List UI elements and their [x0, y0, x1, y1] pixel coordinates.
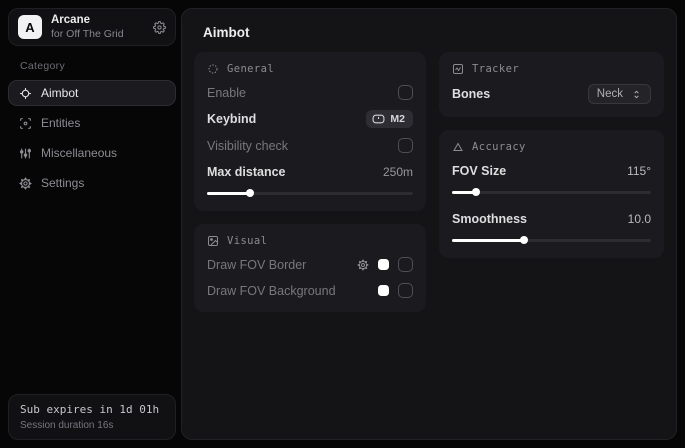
- sidebar-item-entities[interactable]: Entities: [8, 110, 176, 136]
- slider-track: [452, 239, 651, 242]
- accuracy-card-header: Accuracy: [452, 141, 651, 153]
- tracker-card: Tracker Bones Neck: [439, 52, 664, 117]
- fov-size-label: FOV Size: [452, 164, 506, 178]
- max-distance-slider[interactable]: [207, 188, 413, 198]
- visual-card-header: Visual: [207, 235, 413, 247]
- app-logo: A: [18, 15, 42, 39]
- fov-background-label: Draw FOV Background: [207, 284, 336, 298]
- accuracy-card: Accuracy FOV Size 115° Smoothness 10.0: [439, 130, 664, 258]
- visibility-check-label: Visibility check: [207, 139, 288, 153]
- sidebar-item-label: Aimbot: [41, 86, 78, 100]
- smoothness-value: 10.0: [628, 212, 651, 226]
- fov-size-value: 115°: [627, 164, 651, 178]
- sidebar-header: A Arcane for Off The Grid: [8, 8, 176, 46]
- general-card-header: General: [207, 63, 413, 75]
- sidebar-nav: Aimbot Entities: [8, 80, 176, 196]
- bones-select[interactable]: Neck: [588, 84, 651, 104]
- smoothness-row: Smoothness 10.0: [452, 210, 651, 227]
- sliders-icon: [19, 147, 32, 160]
- visual-card: Visual Draw FOV Border: [194, 224, 426, 312]
- left-column: General Enable Keybind: [194, 52, 426, 312]
- crosshair-icon: [19, 87, 32, 100]
- fov-border-checkbox[interactable]: [398, 257, 413, 272]
- fov-background-checkbox[interactable]: [398, 283, 413, 298]
- right-column: Tracker Bones Neck: [439, 52, 664, 258]
- header-gear-icon[interactable]: [153, 21, 166, 34]
- activity-icon: [452, 63, 464, 75]
- gear-icon: [19, 177, 32, 190]
- smoothness-slider[interactable]: [452, 235, 651, 245]
- fov-background-color-swatch[interactable]: [378, 285, 389, 296]
- keybind-value: M2: [390, 113, 405, 125]
- fov-border-controls: [357, 257, 413, 272]
- subscription-card: Sub expires in 1d 01h Session duration 1…: [8, 394, 176, 440]
- slider-fill: [207, 192, 250, 195]
- enable-row: Enable: [207, 84, 413, 101]
- accuracy-card-title: Accuracy: [472, 141, 526, 153]
- category-label: Category: [20, 60, 176, 72]
- sidebar-item-label: Settings: [41, 176, 84, 190]
- bones-value: Neck: [597, 88, 623, 100]
- fov-border-settings-gear-icon[interactable]: [357, 259, 369, 271]
- visual-card-title: Visual: [227, 235, 267, 247]
- tracker-card-header: Tracker: [452, 63, 651, 75]
- sidebar-item-miscellaneous[interactable]: Miscellaneous: [8, 140, 176, 166]
- sidebar-item-label: Entities: [41, 116, 80, 130]
- max-distance-label: Max distance: [207, 165, 286, 179]
- slider-fill: [452, 239, 524, 242]
- sidebar-item-label: Miscellaneous: [41, 146, 117, 160]
- page: A Arcane for Off The Grid Category: [0, 0, 685, 448]
- keybind-row: Keybind M2: [207, 110, 413, 128]
- keybind-label: Keybind: [207, 112, 256, 126]
- sub-expires-text: Sub expires in 1d 01h: [20, 403, 164, 416]
- tracker-card-title: Tracker: [472, 63, 519, 75]
- app-titles: Arcane for Off The Grid: [51, 14, 144, 39]
- mouse-icon: [372, 114, 385, 124]
- sidebar: A Arcane for Off The Grid Category: [8, 8, 176, 440]
- slider-track: [452, 191, 651, 194]
- smoothness-label: Smoothness: [452, 212, 527, 226]
- general-card: General Enable Keybind: [194, 52, 426, 211]
- visibility-check-row: Visibility check: [207, 137, 413, 154]
- fov-size-row: FOV Size 115°: [452, 162, 651, 179]
- scope-icon: [207, 63, 219, 75]
- slider-fill: [452, 191, 476, 194]
- card-columns: General Enable Keybind: [194, 52, 664, 312]
- fov-background-row: Draw FOV Background: [207, 282, 413, 299]
- max-distance-value: 250m: [383, 165, 413, 179]
- fov-background-controls: [378, 283, 413, 298]
- bones-row: Bones Neck: [452, 84, 651, 104]
- sidebar-item-aimbot[interactable]: Aimbot: [8, 80, 176, 106]
- session-duration-text: Session duration 16s: [20, 420, 164, 431]
- sidebar-item-settings[interactable]: Settings: [8, 170, 176, 196]
- app-name: Arcane: [51, 14, 144, 27]
- page-title: Aimbot: [194, 21, 664, 52]
- eye-scan-icon: [19, 117, 32, 130]
- image-icon: [207, 235, 219, 247]
- fov-size-slider[interactable]: [452, 187, 651, 197]
- app-subtitle: for Off The Grid: [51, 28, 144, 40]
- fov-border-color-swatch[interactable]: [378, 259, 389, 270]
- fov-border-label: Draw FOV Border: [207, 258, 306, 272]
- max-distance-row: Max distance 250m: [207, 163, 413, 180]
- visibility-check-checkbox[interactable]: [398, 138, 413, 153]
- enable-checkbox[interactable]: [398, 85, 413, 100]
- general-card-title: General: [227, 63, 274, 75]
- triangle-icon: [452, 141, 464, 153]
- bones-label: Bones: [452, 87, 490, 101]
- enable-label: Enable: [207, 86, 246, 100]
- fov-border-row: Draw FOV Border: [207, 256, 413, 273]
- expand-icon: [631, 89, 642, 100]
- main-panel: Aimbot General Enable: [181, 8, 677, 440]
- keybind-button[interactable]: M2: [366, 110, 413, 128]
- slider-track: [207, 192, 413, 195]
